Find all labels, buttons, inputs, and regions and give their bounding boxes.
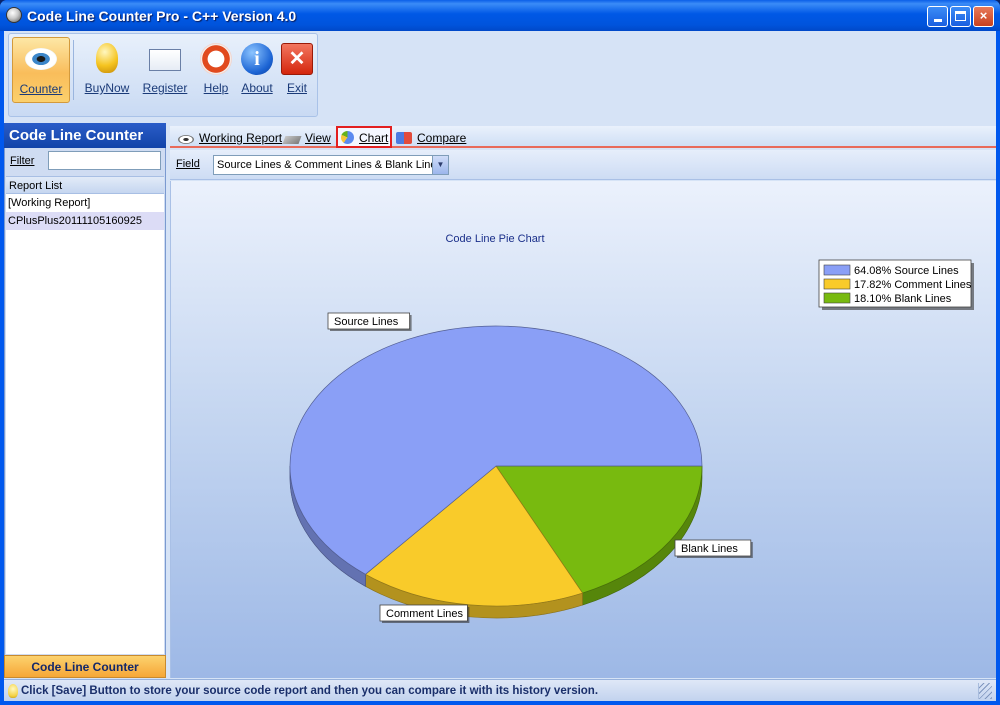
report-list[interactable]: [Working Report] CPlusPlus20111105160925 — [6, 194, 164, 654]
pie-chart: Code Line Pie Chart Source Lines Comment … — [289, 233, 974, 623]
window-title: Code Line Counter Pro - C++ Version 4.0 — [27, 8, 297, 24]
buynow-label: BuyNow — [84, 81, 130, 95]
sidebar-header: Code Line Counter — [4, 123, 166, 148]
compare-icon — [396, 132, 412, 144]
tab-working-report[interactable]: Working Report — [178, 127, 282, 147]
tab-label: Compare — [417, 131, 467, 145]
title-bar[interactable]: Code Line Counter Pro - C++ Version 4.0 … — [0, 0, 1000, 31]
envelope-icon — [149, 49, 181, 71]
close-button[interactable]: × — [973, 6, 994, 27]
lightbulb-icon — [8, 684, 18, 698]
chart-area: Code Line Pie Chart Source Lines Comment … — [170, 181, 996, 678]
sidebar-footer-button[interactable]: Code Line Counter — [4, 655, 166, 678]
tab-compare[interactable]: Compare — [396, 127, 466, 147]
close-x-icon: ✕ — [281, 43, 313, 75]
field-select-value: Source Lines & Comment Lines & Blank Lin… — [217, 159, 443, 171]
counter-label: Counter — [19, 82, 63, 96]
tab-label: View — [305, 131, 331, 145]
app-icon[interactable] — [6, 7, 22, 23]
key-icon — [96, 43, 118, 73]
about-button[interactable]: i About — [237, 37, 277, 101]
register-label: Register — [142, 81, 188, 95]
legend-swatch — [823, 292, 851, 304]
help-button[interactable]: Help — [195, 37, 237, 101]
tab-view[interactable]: View — [282, 127, 331, 147]
slice-label-text: Comment Lines — [386, 608, 464, 620]
maximize-button[interactable] — [950, 6, 971, 27]
slice-label-text: Blank Lines — [681, 543, 738, 555]
exit-button[interactable]: ✕ Exit — [277, 37, 317, 101]
pie-chart-icon — [341, 131, 354, 144]
lifebuoy-icon — [200, 43, 232, 75]
client-area: Counter BuyNow Register Help i About ✕ E — [4, 31, 996, 701]
exit-label: Exit — [286, 81, 307, 95]
pie-slices — [289, 325, 703, 607]
legend-entry: 64.08% Source Lines — [854, 265, 959, 277]
filter-label: Filter — [10, 155, 35, 167]
field-label: Field — [176, 158, 200, 170]
slice-label-text: Source Lines — [334, 316, 399, 328]
status-text: Click [Save] Button to store your source… — [21, 685, 599, 697]
buynow-button[interactable]: BuyNow — [79, 37, 135, 101]
sidebar: Filter Report List [Working Report] CPlu… — [4, 148, 166, 678]
view-tabs: Working Report View Chart Compare — [170, 126, 996, 148]
close-icon: × — [979, 8, 988, 23]
filter-input[interactable] — [48, 151, 161, 170]
legend-swatch — [823, 278, 851, 290]
minimize-button[interactable] — [927, 6, 948, 27]
legend-entry: 17.82% Comment Lines — [854, 279, 972, 291]
report-list-item[interactable]: CPlusPlus20111105160925 — [6, 212, 164, 230]
chart-legend: 64.08% Source Lines 17.82% Comment Lines 1… — [818, 259, 974, 310]
slice-label: Blank Lines — [674, 539, 753, 558]
legend-swatch — [823, 264, 851, 276]
eye-icon — [25, 48, 57, 70]
main-toolbar: Counter BuyNow Register Help i About ✕ E — [8, 33, 318, 117]
slice-label: Source Lines — [327, 312, 412, 331]
app-window: Code Line Counter Pro - C++ Version 4.0 … — [0, 0, 1000, 705]
pencil-icon — [282, 136, 302, 144]
tab-label: Working Report — [199, 131, 283, 145]
chevron-down-icon[interactable]: ▼ — [432, 156, 448, 174]
field-bar: Field Source Lines & Comment Lines & Bla… — [170, 150, 996, 180]
field-select[interactable]: Source Lines & Comment Lines & Blank Lin… — [213, 155, 449, 175]
counter-button[interactable]: Counter — [12, 37, 70, 103]
help-label: Help — [203, 81, 229, 95]
legend-entry: 18.10% Blank Lines — [854, 293, 952, 305]
status-bar: Click [Save] Button to store your source… — [4, 679, 996, 701]
about-label: About — [241, 81, 273, 95]
maximize-icon — [955, 11, 966, 21]
tab-label: Chart — [359, 131, 389, 145]
register-button[interactable]: Register — [135, 37, 195, 101]
info-icon: i — [241, 43, 273, 75]
resize-grip[interactable] — [978, 683, 992, 699]
chart-title: Code Line Pie Chart — [445, 233, 544, 245]
report-list-item[interactable]: [Working Report] — [6, 194, 164, 212]
report-list-header: Report List — [6, 176, 164, 194]
eye-icon — [178, 135, 194, 144]
slice-label: Comment Lines — [379, 604, 470, 623]
toolbar-separator — [73, 40, 74, 100]
tab-chart[interactable]: Chart — [336, 126, 392, 148]
minimize-icon — [933, 19, 942, 22]
